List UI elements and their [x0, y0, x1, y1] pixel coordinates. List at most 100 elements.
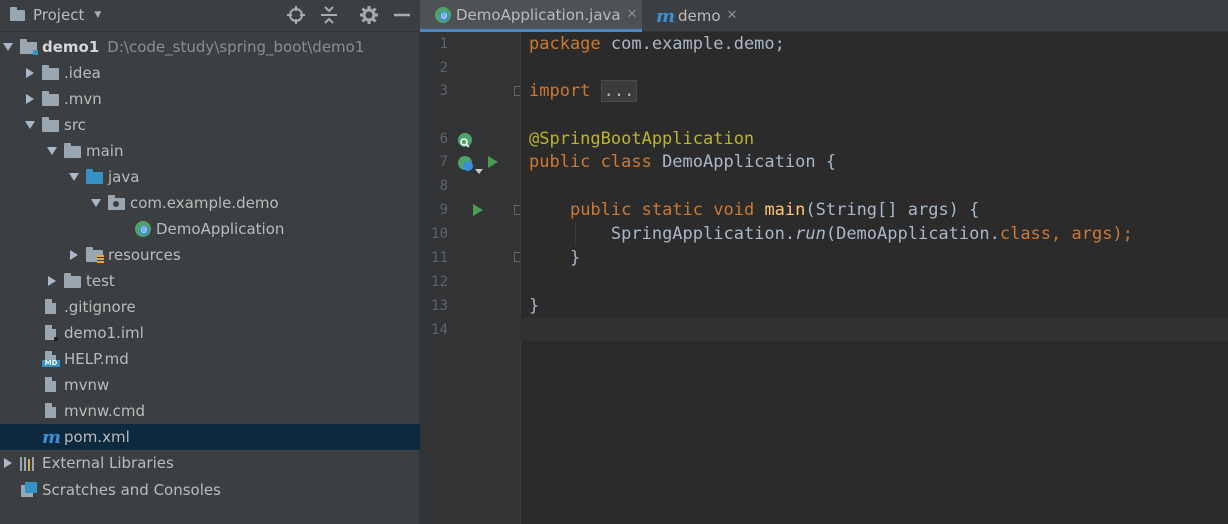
tree-item-label: DemoApplication [156, 220, 285, 238]
project-panel-title: Project [33, 6, 85, 24]
folded-imports[interactable]: ... [600, 80, 638, 102]
tree-item-src[interactable]: src [0, 112, 444, 138]
package-icon [108, 195, 126, 211]
tree-item-label: com.example.demo [130, 194, 279, 212]
resources-folder-icon [86, 247, 104, 263]
code-area[interactable] [520, 32, 1228, 524]
folder-icon [42, 117, 60, 133]
tree-item-resources[interactable]: resources [0, 242, 488, 268]
line-number: 12 [431, 274, 448, 290]
tree-item-iml[interactable]: demo1.iml [0, 320, 444, 346]
markdown-file-icon: MD [42, 351, 60, 367]
expand-arrow-icon[interactable] [2, 457, 14, 469]
tree-item-label: pom.xml [64, 428, 130, 446]
collapse-all-icon[interactable] [319, 5, 339, 25]
tree-item-help-md[interactable]: MD HELP.md [0, 346, 444, 372]
code-line-9: public static void main(String[] args) { [569, 200, 980, 220]
tree-item-label: main [86, 142, 124, 160]
chevron-down-icon [475, 169, 483, 174]
expand-arrow-icon[interactable] [24, 67, 36, 79]
tab-label: DemoApplication.java [456, 5, 621, 24]
maven-icon: m [42, 427, 62, 448]
spring-bean-icon[interactable] [458, 133, 472, 148]
code-line-3: import ... [529, 79, 638, 103]
tab-demoapplication-java[interactable]: @ DemoApplication.java ✕ [420, 0, 642, 32]
line-number: 7 [439, 154, 448, 170]
code-line-1: package com.example.demo; [529, 34, 785, 54]
tab-label: demo [678, 6, 721, 25]
expand-arrow-icon[interactable] [2, 41, 14, 53]
tree-item-label: External Libraries [42, 454, 174, 472]
code-line-11: } [569, 248, 581, 268]
line-number: 1 [439, 36, 448, 52]
locate-target-icon[interactable] [286, 5, 306, 25]
expand-arrow-icon[interactable] [68, 249, 80, 261]
project-panel-header: Project ▼ [0, 0, 420, 32]
editor-tabs: @ DemoApplication.java ✕ m demo ✕ [420, 0, 1228, 32]
iml-file-icon [42, 325, 60, 341]
file-icon [42, 403, 60, 419]
code-line-13: } [529, 296, 540, 316]
run-icon[interactable] [488, 156, 498, 168]
run-icon[interactable] [473, 204, 483, 216]
code-line-6: @SpringBootApplication [529, 129, 755, 149]
expand-arrow-icon[interactable] [24, 93, 36, 105]
folder-icon [64, 273, 82, 289]
tree-item-label: src [64, 116, 86, 134]
close-icon[interactable]: ✕ [627, 7, 638, 22]
line-number: 14 [431, 322, 448, 338]
project-folder-icon [10, 7, 26, 22]
tree-item-label: demo1.iml [64, 324, 144, 342]
collapse-arrow-icon[interactable] [46, 145, 58, 157]
tree-item-label: java [108, 168, 140, 186]
tree-item-demo1[interactable]: demo1 D:\code_study\spring_boot\demo1 [0, 34, 422, 60]
source-folder-icon [86, 169, 104, 185]
tree-item-main[interactable]: main [0, 138, 466, 164]
project-view-selector[interactable]: Project ▼ [10, 6, 101, 24]
tree-item-label: .idea [64, 64, 101, 82]
folder-icon [42, 91, 60, 107]
tree-item-external-libraries[interactable]: External Libraries [0, 450, 422, 476]
collapse-arrow-icon[interactable] [24, 119, 36, 131]
tree-item-mvnw[interactable]: mvnw [0, 372, 444, 398]
tree-item-label: .gitignore [64, 298, 136, 316]
tree-item-scratches[interactable]: Scratches and Consoles [0, 477, 422, 503]
tree-item-pom-xml[interactable]: m pom.xml [0, 424, 444, 450]
tree-item-mvnw-cmd[interactable]: mvnw.cmd [0, 398, 444, 424]
tree-item-idea[interactable]: .idea [0, 60, 444, 86]
gear-icon[interactable] [359, 5, 379, 25]
current-line-highlight [520, 318, 1228, 341]
editor-gutter[interactable]: 1 2 3 6 7 8 9 10 11 12 13 14 [420, 32, 524, 524]
tree-item-gitignore[interactable]: .gitignore [0, 294, 444, 320]
line-number: 11 [431, 250, 448, 266]
scratches-icon [20, 482, 38, 498]
collapse-arrow-icon[interactable] [68, 171, 80, 183]
spring-boot-config-icon[interactable] [458, 156, 473, 171]
line-number: 8 [439, 178, 448, 194]
hide-panel-icon[interactable] [392, 5, 412, 25]
line-number: 3 [439, 83, 448, 99]
code-line-7: public class DemoApplication { [529, 152, 837, 172]
tree-item-label: resources [108, 246, 181, 264]
spring-boot-class-icon: @ [434, 6, 452, 23]
code-line-10: SpringApplication.run(DemoApplication.cl… [610, 224, 1133, 244]
line-number: 9 [439, 202, 448, 218]
tree-item-java[interactable]: java [0, 164, 488, 190]
folder-icon [42, 65, 60, 81]
collapse-arrow-icon[interactable] [90, 197, 102, 209]
chevron-down-icon: ▼ [94, 10, 102, 20]
line-number: 10 [431, 226, 448, 242]
module-folder-icon [20, 39, 38, 55]
spring-boot-class-icon: @ [134, 221, 152, 237]
project-panel: Project ▼ demo1 D:\code_study\spring_boo… [0, 0, 444, 524]
tab-demo-pom[interactable]: m demo ✕ [646, 0, 776, 31]
folder-icon [64, 143, 82, 159]
editor: @ DemoApplication.java ✕ m demo ✕ 1 2 3 … [420, 0, 1228, 524]
close-icon[interactable]: ✕ [727, 8, 738, 23]
tree-item-test[interactable]: test [0, 268, 466, 294]
tree-item-label: mvnw [64, 376, 110, 394]
tree-item-label: mvnw.cmd [64, 402, 146, 420]
line-number: 13 [431, 298, 448, 314]
tree-item-mvn[interactable]: .mvn [0, 86, 444, 112]
expand-arrow-icon[interactable] [46, 275, 58, 287]
